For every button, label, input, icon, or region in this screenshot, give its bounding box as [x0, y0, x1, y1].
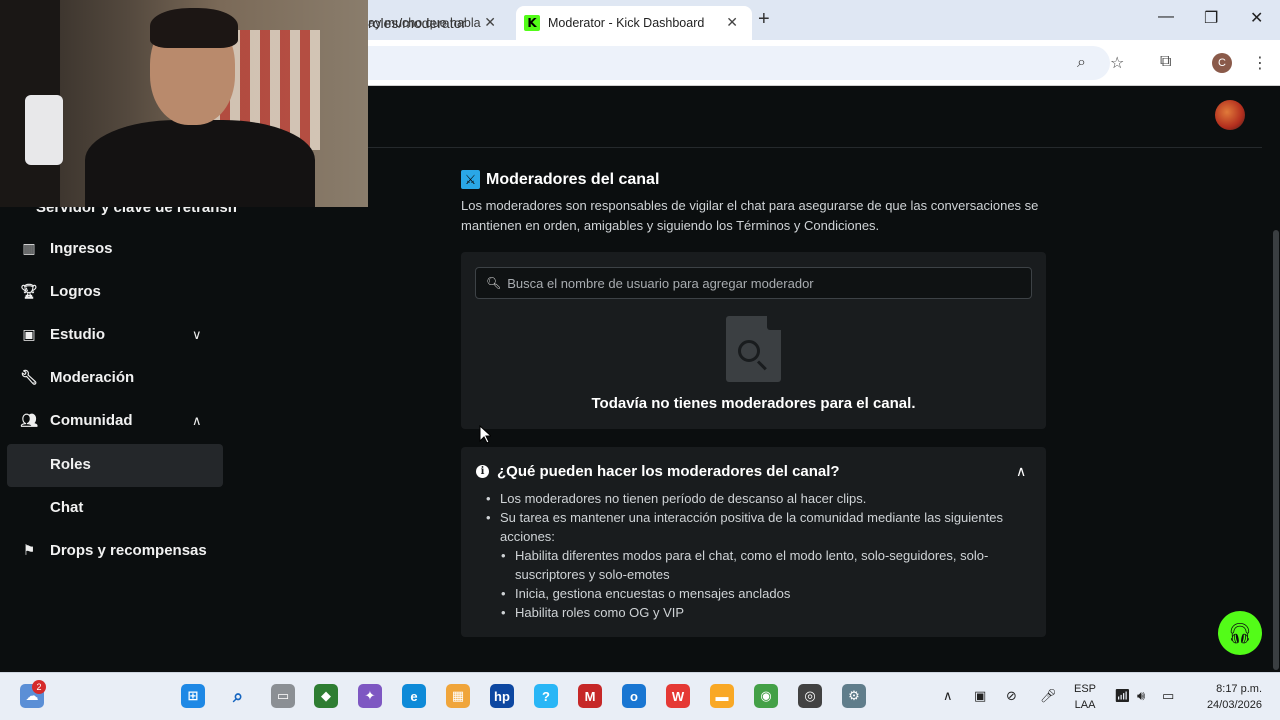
empty-search-icon: [726, 316, 781, 382]
sidebar-item-comunidad[interactable]: 👥︎ Comunidad: [20, 412, 133, 429]
scrollbar-thumb[interactable]: [1273, 230, 1279, 670]
trophy-icon: 🏆︎: [20, 283, 38, 299]
file-explorer-icon[interactable]: ▬: [710, 684, 734, 708]
url-text[interactable]: roles/moderator: [368, 15, 466, 31]
lang-top: ESP: [1074, 683, 1097, 695]
list-subitem: Inicia, gestiona encuestas o mensajes an…: [486, 584, 1031, 603]
settings-gear-icon[interactable]: ⚙: [842, 684, 866, 708]
chevron-up-icon[interactable]: ∧: [192, 413, 202, 429]
edge-icon[interactable]: e: [402, 684, 426, 708]
mouse-cursor-icon: [479, 425, 491, 444]
sidebar-item-label: Logros: [50, 283, 101, 300]
date: 24/03/2026: [1206, 699, 1262, 711]
sidebar-item-moderacion[interactable]: 🔧︎ Moderación: [20, 369, 134, 386]
time: 8:17 p.m.: [1216, 683, 1262, 695]
search-icon: 🔍︎: [486, 276, 502, 290]
wps-icon[interactable]: W: [666, 684, 690, 708]
extensions-icon[interactable]: ⧉: [1160, 53, 1171, 71]
chrome-icon[interactable]: ◉: [754, 684, 778, 708]
wifi-icon[interactable]: 📶︎: [1114, 688, 1131, 704]
webcam-overlay: [0, 0, 368, 207]
close-window-icon[interactable]: ✕: [1250, 8, 1263, 28]
clock[interactable]: 8:17 p.m. 24/03/2026: [1196, 681, 1262, 713]
bar-chart-icon: ▥: [22, 240, 36, 256]
users-icon: 👥︎: [20, 412, 38, 428]
obs-icon[interactable]: ◎: [798, 684, 822, 708]
new-tab-button[interactable]: +: [758, 8, 770, 31]
list-item: Su tarea es mantener una interacción pos…: [486, 508, 1031, 546]
omnibox[interactable]: [340, 46, 1110, 80]
close-tab-icon[interactable]: ✕: [484, 14, 496, 31]
chevron-down-icon[interactable]: ∨: [192, 327, 202, 343]
mcafee-icon[interactable]: M: [578, 684, 602, 708]
search-input[interactable]: [507, 275, 1018, 291]
moderator-search[interactable]: 🔍︎: [475, 267, 1032, 299]
task-view-icon[interactable]: ▭: [271, 684, 295, 708]
sidebar-item-ingresos[interactable]: ▥ Ingresos: [20, 240, 113, 257]
faq-list: Los moderadores no tienen período de des…: [486, 489, 1031, 622]
tab-title: Moderator - Kick Dashboard: [548, 16, 705, 30]
chevron-up-icon[interactable]: ∧: [943, 688, 953, 704]
empty-state-text: Todavía no tienes moderadores para el ca…: [591, 395, 916, 412]
kick-favicon-icon: K: [524, 15, 540, 31]
wrench-icon: 🔧︎: [20, 369, 38, 385]
studio-icon: ▣: [22, 326, 36, 342]
windows-start-icon[interactable]: ⊞: [181, 684, 205, 708]
zoom-icon[interactable]: ⌕: [1077, 54, 1086, 72]
sidebar-selected-highlight: [7, 444, 223, 487]
store-icon[interactable]: ▦: [446, 684, 470, 708]
microphone-icon[interactable]: 🎤︎: [1040, 688, 1057, 704]
copilot-icon[interactable]: ✦: [358, 684, 382, 708]
sidebar-item-drops[interactable]: ⚑ Drops y recompensas: [20, 542, 207, 559]
outlook-icon[interactable]: o: [622, 684, 646, 708]
drops-icon: ⚑: [22, 542, 36, 558]
restore-icon[interactable]: ❐: [1204, 8, 1218, 28]
browser-menu-icon[interactable]: ⋮: [1252, 53, 1268, 73]
faq-title-text: ¿Qué pueden hacer los moderadores del ca…: [497, 463, 840, 480]
close-tab-icon[interactable]: ✕: [726, 14, 738, 31]
sidebar-item-label: Comunidad: [50, 412, 133, 429]
sidebar-item-label: Drops y recompensas: [50, 542, 207, 559]
sidebar-item-logros[interactable]: 🏆︎ Logros: [20, 283, 101, 300]
sidebar-item-roles[interactable]: Roles: [50, 456, 91, 473]
support-chat-button[interactable]: 🎧︎: [1218, 611, 1262, 655]
list-subitem: Habilita roles como OG y VIP: [486, 603, 1031, 622]
android-studio-icon[interactable]: ◆: [314, 684, 338, 708]
tray-app-icon[interactable]: ▣: [974, 688, 986, 704]
search-icon[interactable]: ⌕: [226, 684, 250, 708]
list-item: Los moderadores no tienen período de des…: [486, 489, 1031, 508]
help-app-icon[interactable]: ?: [534, 684, 558, 708]
page-title: ⚔ Moderadores del canal: [461, 170, 659, 189]
list-subitem: Habilita diferentes modos para el chat, …: [486, 546, 1031, 584]
notification-badge: 2: [32, 680, 46, 694]
sidebar-item-chat[interactable]: Chat: [50, 499, 83, 516]
language-indicator[interactable]: ESP LAA: [1074, 681, 1096, 713]
camera-off-icon[interactable]: ⊘: [1006, 688, 1017, 704]
battery-icon[interactable]: ▭: [1162, 688, 1174, 704]
chevron-up-icon[interactable]: ∧: [1016, 463, 1026, 480]
sidebar-item-label: Estudio: [50, 326, 105, 343]
sword-icon: ⚔: [461, 170, 480, 189]
faq-header[interactable]: i ¿Qué pueden hacer los moderadores del …: [476, 463, 840, 480]
volume-icon[interactable]: 🔊︎: [1137, 688, 1145, 704]
browser-profile-avatar[interactable]: C: [1212, 53, 1232, 73]
user-avatar[interactable]: [1215, 100, 1245, 130]
sidebar-item-estudio[interactable]: ▣ Estudio: [20, 326, 105, 343]
page-title-text: Moderadores del canal: [486, 170, 660, 188]
info-icon: i: [476, 465, 489, 478]
headset-icon: 🎧︎: [1227, 622, 1253, 645]
bookmark-star-icon[interactable]: ☆: [1110, 53, 1124, 73]
minimize-icon[interactable]: —: [1158, 8, 1174, 26]
page-description: Los moderadores son responsables de vigi…: [461, 198, 1039, 233]
browser-tab-active[interactable]: K Moderator - Kick Dashboard ✕: [516, 6, 752, 40]
lang-bottom: LAA: [1074, 699, 1096, 711]
sidebar-item-label: Ingresos: [50, 240, 113, 257]
sidebar-item-label: Moderación: [50, 369, 135, 386]
hp-icon[interactable]: hp: [490, 684, 514, 708]
